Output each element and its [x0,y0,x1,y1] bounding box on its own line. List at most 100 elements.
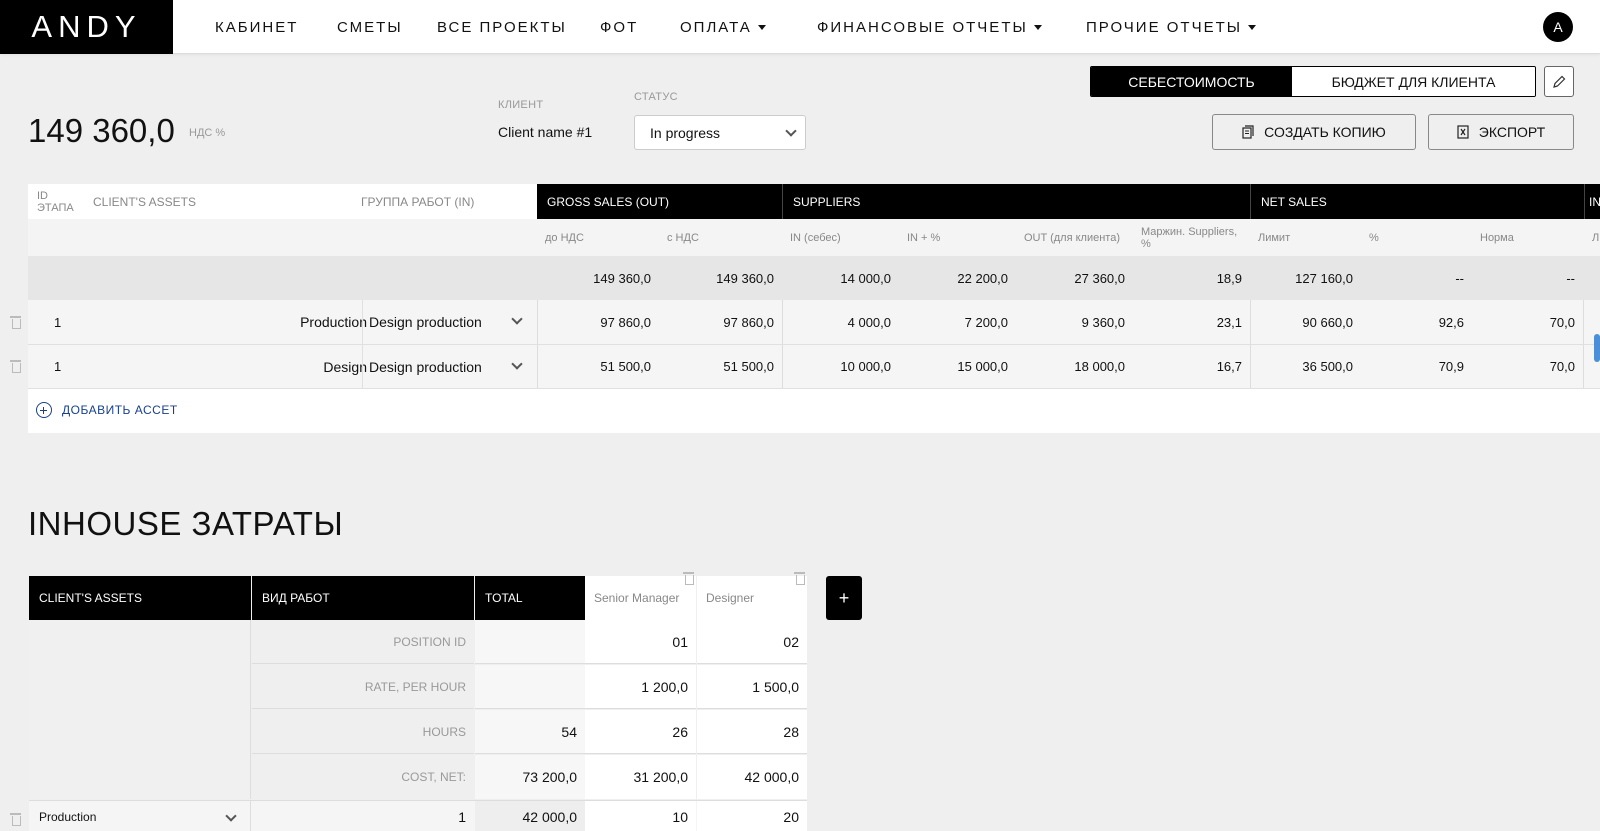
hours-label: HOURS [252,710,474,754]
client-name: Client name #1 [498,124,593,140]
nav-finance-reports[interactable]: ФИНАНСОВЫЕ ОТЧЕТЫ [817,0,1042,54]
row-cell[interactable]: 70,0 [1472,300,1583,344]
export-button[interactable]: ЭКСПОРТ [1428,114,1574,150]
chevron-down-icon [511,358,523,370]
row-group-value: Design production [369,358,482,375]
sub-with-vat: с НДС [667,231,699,244]
inhouse-cell[interactable]: 26 [585,710,696,754]
total-cell: -- [1455,270,1464,286]
view-toggle: СЕБЕСТОИМОСТЬ БЮДЖЕТ ДЛЯ КЛИЕНТА [1090,66,1536,97]
status-label: СТАТУС [634,91,678,103]
inhouse-col-assets: CLIENT'S ASSETS [29,576,251,620]
row-asset: Design [323,358,367,375]
row-cell[interactable]: 36 500,0 [1250,345,1361,388]
nav-all-projects[interactable]: ВСЕ ПРОЕКТЫ [437,0,567,54]
trash-icon[interactable] [10,359,21,373]
edit-button[interactable] [1544,66,1574,97]
copy-icon [1242,125,1254,139]
vat-label: НДС % [189,127,226,139]
table-row: 1 Production Design production 97 860,0 … [28,300,1600,345]
total-cell: 22 200,0 [957,270,1008,286]
row-cell[interactable]: 97 860,0 [659,300,782,344]
scrollbar-handle[interactable] [1594,334,1600,362]
tab-client-budget[interactable]: БЮДЖЕТ ДЛЯ КЛИЕНТА [1292,67,1535,96]
create-copy-label: СОЗДАТЬ КОПИЮ [1264,124,1386,140]
row-cell[interactable]: 97 860,0 [537,300,659,344]
inhouse-total-cell: 54 [475,710,585,754]
excel-icon [1457,125,1469,139]
nav-fot[interactable]: ФОТ [600,0,638,54]
nav-cabinet[interactable]: КАБИНЕТ [215,0,298,54]
inhouse-cell[interactable]: 1 200,0 [585,665,696,709]
col-gross-header: GROSS SALES (OUT) [537,184,782,219]
total-cell: 149 360,0 [716,270,774,286]
sub-out-client: OUT (для клиента) [1024,231,1120,244]
total-cell: 149 360,0 [593,270,651,286]
row-group-select[interactable]: Design production [362,345,537,388]
nav-other-reports[interactable]: ПРОЧИЕ ОТЧЕТЫ [1086,0,1257,54]
row-id: 1 [54,314,62,330]
inhouse-asset-row: Production 1 42 000,0 10 20 [29,800,807,831]
sub-margin-suppliers: Маржин. Suppliers, % [1141,225,1238,250]
trash-icon[interactable] [10,315,21,329]
table-header-row: ID ЭТАПА CLIENT'S ASSETS ГРУППА РАБОТ (I… [28,184,1600,219]
andy-logo[interactable]: ANDY [0,0,173,54]
table-totals-row: 149 360,0 149 360,0 14 000,0 22 200,0 27… [28,256,1600,300]
inhouse-cell[interactable]: 02 [697,620,807,664]
trash-icon[interactable] [10,812,21,826]
inhouse-asset-select[interactable]: Production [29,801,251,831]
tab-cost[interactable]: СЕБЕСТОИМОСТЬ [1091,67,1292,96]
row-cell[interactable]: 15 000,0 [899,345,1016,388]
inhouse-total-cell: 42 000,0 [475,801,585,831]
add-position-button[interactable]: + [826,576,862,620]
row-cell[interactable]: 23,1 [1133,300,1250,344]
row-group-value: Design production [369,314,482,330]
sub-limit: Лимит [1258,231,1291,244]
row-cell[interactable]: 70,0 [1472,345,1583,388]
inhouse-cell[interactable]: 10 [585,801,696,831]
row-cell[interactable]: 51 500,0 [537,345,659,388]
nav-payment[interactable]: ОПЛАТА [680,0,766,54]
col-id-header: ID ЭТАПА [37,189,74,214]
total-cell: 127 160,0 [1295,270,1353,286]
row-cell[interactable]: 90 660,0 [1250,300,1361,344]
status-select[interactable]: In progress [634,115,806,150]
inhouse-col-work: ВИД РАБОТ [252,576,474,620]
inhouse-cell[interactable]: 20 [697,801,807,831]
row-cell[interactable]: 51 500,0 [659,345,782,388]
total-cell: -- [1566,270,1575,286]
row-cell[interactable]: 7 200,0 [899,300,1016,344]
row-cell[interactable]: 92,6 [1361,300,1472,344]
row-cell[interactable]: 70,9 [1361,345,1472,388]
total-cell: 14 000,0 [840,270,891,286]
row-cell[interactable]: 18 000,0 [1016,345,1133,388]
inhouse-col-total: TOTAL [475,576,585,620]
row-cell[interactable]: 4 000,0 [782,300,899,344]
row-cell[interactable]: 9 360,0 [1016,300,1133,344]
pencil-icon [1553,75,1566,88]
inhouse-work-cell[interactable]: 1 [252,801,474,831]
trash-icon[interactable] [794,571,805,585]
nav-estimates[interactable]: СМЕТЫ [337,0,403,54]
position-id-label: POSITION ID [252,620,474,664]
row-id: 1 [54,359,62,374]
table-row: 1 Design Design production 51 500,0 51 5… [28,345,1600,389]
trash-icon[interactable] [683,571,694,585]
user-avatar[interactable]: A [1543,12,1573,42]
row-group-select[interactable]: Design production [362,300,537,344]
inhouse-cell[interactable]: 01 [585,620,696,664]
row-cell[interactable]: 16,7 [1133,345,1250,388]
inhouse-title: INHOUSE ЗАТРАТЫ [28,505,344,542]
chevron-down-icon [225,810,237,822]
inhouse-cell[interactable]: 28 [697,710,807,754]
sub-before-vat: до НДС [545,231,584,244]
inhouse-cell[interactable]: 1 500,0 [697,665,807,709]
sub-limit-2: Л [1592,231,1600,244]
caret-down-icon [757,24,766,30]
inhouse-cell: 42 000,0 [697,755,807,799]
chevron-down-icon [511,313,523,325]
inhouse-cell: 31 200,0 [585,755,696,799]
add-asset-button[interactable]: ДОБАВИТЬ АССЕТ [36,402,178,418]
row-cell[interactable]: 10 000,0 [782,345,899,388]
create-copy-button[interactable]: СОЗДАТЬ КОПИЮ [1212,114,1416,150]
